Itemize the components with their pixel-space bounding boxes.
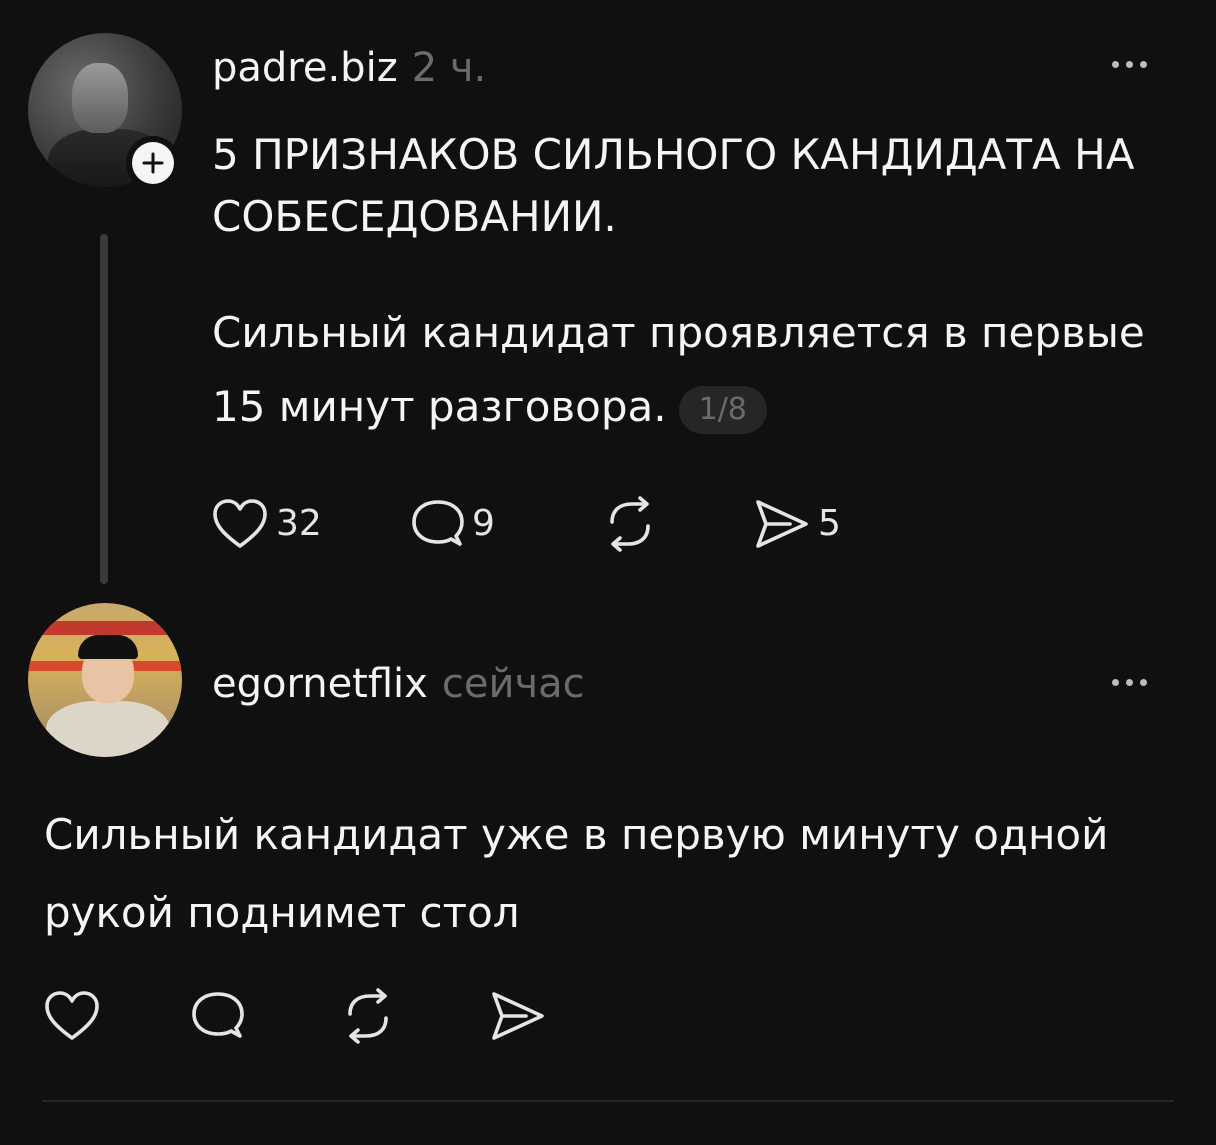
post-headline: 5 ПРИЗНАКОВ СИЛЬНОГО КАНДИДАТА НА СОБЕСЕ…: [212, 130, 1135, 241]
send-icon: [486, 988, 548, 1044]
more-dots-icon[interactable]: [1112, 61, 1147, 68]
repost-button[interactable]: [600, 496, 750, 552]
share-count: 5: [818, 503, 841, 544]
post-header: padre.biz 2 ч.: [212, 48, 486, 88]
repost-arrows-icon: [338, 988, 398, 1044]
share-button[interactable]: 5: [750, 496, 841, 552]
reply-author-username[interactable]: egornetflix: [212, 664, 428, 704]
avatar-sweater: [46, 701, 170, 757]
thread-feed: padre.biz 2 ч. 5 ПРИЗНАКОВ СИЛЬНОГО КАНД…: [0, 0, 1216, 1145]
reply-author-avatar[interactable]: [28, 603, 182, 757]
heart-icon: [42, 988, 102, 1044]
page-counter-badge: 1/8: [678, 385, 767, 434]
like-button[interactable]: 32: [210, 496, 410, 552]
avatar-head: [72, 63, 128, 133]
follow-button[interactable]: [126, 136, 180, 190]
more-dots-icon[interactable]: [1112, 679, 1147, 686]
post-body: Сильный кандидат проявляется в первые 15…: [212, 296, 1152, 444]
like-button[interactable]: [42, 988, 190, 1044]
thread-line: [100, 234, 108, 584]
comment-button[interactable]: [190, 988, 338, 1044]
comment-bubble-icon: [410, 496, 466, 552]
reply-timestamp: сейчас: [441, 661, 585, 707]
repost-button[interactable]: [338, 988, 486, 1044]
plus-icon: [132, 142, 174, 184]
reply-text: Сильный кандидат уже в первую минуту одн…: [44, 810, 1109, 937]
avatar-background-shelf: [28, 621, 182, 635]
post-timestamp: 2 ч.: [411, 45, 487, 91]
repost-arrows-icon: [600, 496, 660, 552]
comment-bubble-icon: [190, 988, 246, 1044]
avatar-cap: [78, 635, 138, 659]
comment-button[interactable]: 9: [410, 496, 600, 552]
comment-count: 9: [472, 503, 495, 544]
like-count: 32: [276, 503, 322, 544]
share-button[interactable]: [486, 988, 548, 1044]
post-divider: [42, 1100, 1174, 1102]
send-icon: [750, 496, 812, 552]
author-username[interactable]: padre.biz: [212, 48, 398, 88]
reply-header: egornetflix сейчас: [212, 664, 585, 704]
post: padre.biz 2 ч. 5 ПРИЗНАКОВ СИЛЬНОГО КАНД…: [0, 0, 1216, 600]
heart-icon: [210, 496, 270, 552]
post-actions: 32 9 5: [210, 496, 841, 552]
reply-actions: [42, 988, 548, 1044]
